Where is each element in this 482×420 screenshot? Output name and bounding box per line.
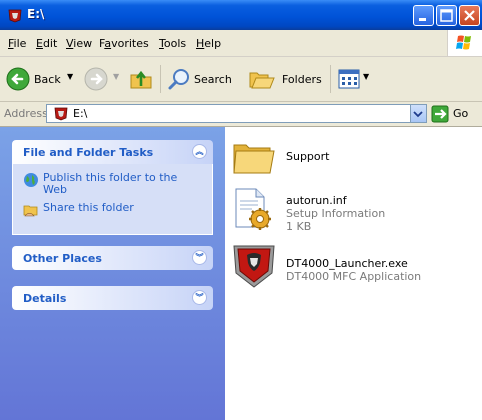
views-dropdown-icon[interactable]: ▼ [363, 72, 369, 81]
globe-icon [24, 173, 38, 187]
chevron-down-icon[interactable]: ︾ [192, 250, 207, 265]
details-header[interactable]: Details ︾ [12, 286, 213, 310]
minimize-icon [419, 18, 426, 21]
menu-help[interactable]: Help [196, 37, 221, 50]
menu-edit[interactable]: Edit [36, 37, 57, 50]
go-button[interactable]: Go [430, 104, 480, 124]
drive-icon [8, 9, 22, 23]
windows-flag-icon [456, 35, 471, 50]
setup-info-icon [235, 188, 271, 230]
file-name: autorun.inf [286, 194, 347, 207]
address-dropdown-button[interactable] [410, 105, 426, 122]
back-arrow-icon[interactable] [6, 67, 30, 91]
menu-favorites[interactable]: Favorites [99, 37, 149, 50]
panel-title: Other Places [23, 252, 102, 265]
chevron-up-icon[interactable]: ︽ [192, 144, 207, 159]
chevron-down-icon [413, 111, 423, 118]
drive-icon [54, 107, 68, 121]
file-size: 1 KB [286, 220, 312, 233]
task-list: Publish this folder to the Web Share thi… [12, 164, 213, 235]
address-label: Address [4, 107, 48, 120]
file-type: DT4000 MFC Application [286, 270, 422, 283]
chevron-down-icon[interactable]: ︾ [192, 290, 207, 305]
maximize-button[interactable] [436, 5, 457, 26]
publish-folder-link[interactable]: Publish this folder to the Web [23, 172, 204, 196]
file-item-dt4000-launcher[interactable]: DT4000_Launcher.exe DT4000 MFC Applicati… [230, 241, 480, 291]
kingston-shield-icon [233, 245, 275, 288]
panel-title: File and Folder Tasks [23, 146, 154, 159]
folder-icon [233, 144, 275, 174]
file-name: DT4000_Launcher.exe [286, 257, 408, 270]
file-list: Support autorun.inf Setup Information 1 … [225, 127, 482, 420]
windows-logo [447, 30, 482, 56]
search-button[interactable]: Search [194, 73, 232, 86]
back-button[interactable]: Back [34, 73, 61, 86]
back-dropdown-icon[interactable]: ▼ [67, 72, 73, 81]
maximize-icon [440, 9, 453, 22]
search-icon[interactable] [167, 67, 191, 91]
file-item-autorun[interactable]: autorun.inf Setup Information 1 KB [230, 185, 480, 235]
explorer-window: E:\ File Edit View Favorites Tools Help [0, 0, 482, 420]
file-name: Support [286, 150, 330, 163]
forward-arrow-icon[interactable] [84, 67, 108, 91]
minimize-button[interactable] [413, 5, 434, 26]
menu-tools[interactable]: Tools [159, 37, 186, 50]
close-button[interactable] [459, 5, 480, 26]
up-folder-icon[interactable] [128, 67, 154, 91]
share-folder-icon [23, 205, 38, 217]
file-item-support[interactable]: Support [230, 133, 480, 183]
file-folder-tasks-header[interactable]: File and Folder Tasks ︽ [12, 140, 213, 164]
share-folder-link[interactable]: Share this folder [23, 202, 204, 218]
go-arrow-icon [431, 105, 449, 123]
window-title: E:\ [27, 7, 45, 21]
toolbar: Back ▼ ▼ Search Folders ▼ [0, 57, 482, 102]
forward-dropdown-icon[interactable]: ▼ [113, 72, 119, 81]
title-bar[interactable]: E:\ [0, 0, 482, 30]
menu-file[interactable]: File [8, 37, 26, 50]
other-places-panel: Other Places ︾ [12, 246, 213, 270]
panel-title: Details [23, 292, 67, 305]
menu-view[interactable]: View [66, 37, 92, 50]
views-icon[interactable] [337, 67, 361, 91]
file-type: Setup Information [286, 207, 386, 220]
file-folder-tasks-panel: File and Folder Tasks ︽ Publish this fol… [12, 140, 213, 235]
address-value: E:\ [73, 107, 88, 120]
folders-icon[interactable] [248, 67, 276, 91]
other-places-header[interactable]: Other Places ︾ [12, 246, 213, 270]
address-bar: Address E:\ Go [0, 102, 482, 127]
details-panel: Details ︾ [12, 286, 213, 310]
close-icon [464, 10, 475, 21]
menu-bar: File Edit View Favorites Tools Help [0, 30, 482, 57]
go-label: Go [453, 107, 469, 120]
task-pane: File and Folder Tasks ︽ Publish this fol… [0, 127, 225, 420]
folders-button[interactable]: Folders [282, 73, 322, 86]
address-field[interactable]: E:\ [46, 104, 427, 123]
